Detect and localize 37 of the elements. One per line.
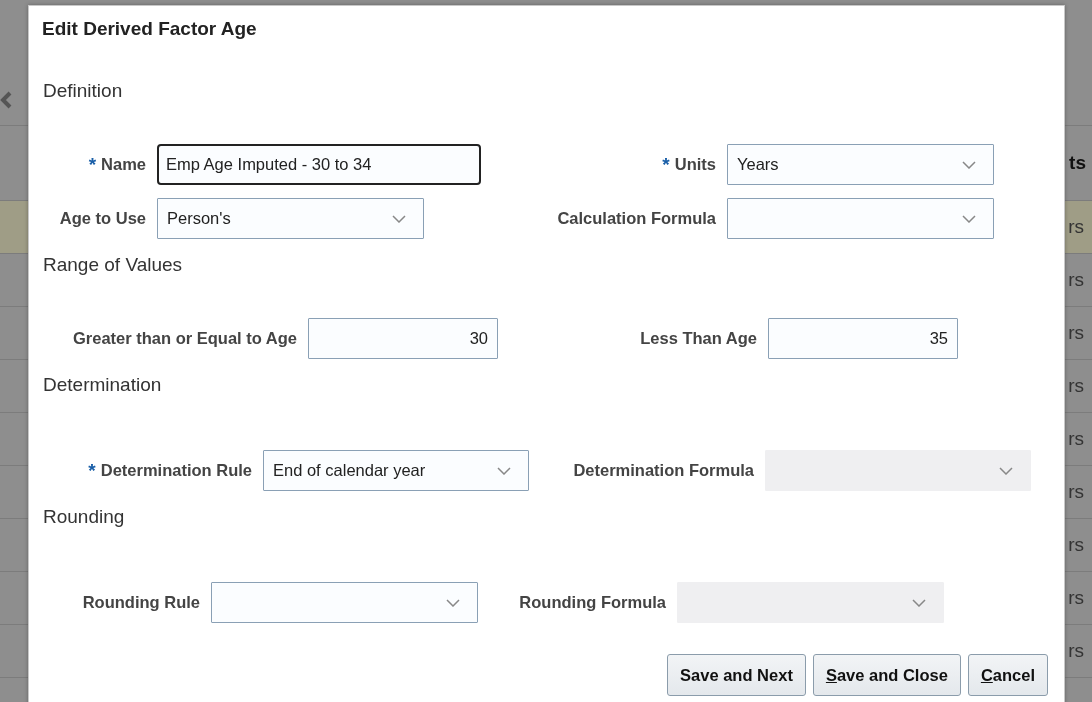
field-label: Calculation Formula: [557, 209, 716, 228]
dialog-title: Edit Derived Factor Age: [41, 17, 258, 40]
field-label: Determination Rule: [100, 461, 252, 480]
section-heading: Range of Values: [42, 253, 184, 277]
dropdown-field[interactable]: [727, 198, 994, 239]
input-field[interactable]: 30: [308, 318, 498, 359]
required-mark: *: [88, 459, 96, 482]
dropdown-field[interactable]: Years: [727, 144, 994, 185]
section-heading: Rounding: [42, 505, 126, 529]
input-field[interactable]: 35: [768, 318, 958, 359]
input-field[interactable]: Emp Age Imputed - 30 to 34: [157, 144, 481, 185]
required-mark: *: [88, 153, 97, 176]
chevron-down-icon: [446, 598, 460, 607]
dropdown-field[interactable]: End of calendar year: [263, 450, 529, 491]
chevron-down-icon: [497, 466, 511, 475]
field-label: Rounding Formula: [519, 593, 666, 612]
chevron-down-icon: [999, 466, 1013, 475]
dialog-button[interactable]: Save and Close: [812, 654, 961, 696]
field-label: Age to Use: [59, 209, 146, 228]
section-heading: Determination: [42, 373, 163, 397]
field-label: Less Than Age: [640, 329, 757, 348]
chevron-down-icon: [962, 214, 976, 223]
dialog-button[interactable]: Save and Next: [667, 654, 806, 696]
required-mark: *: [662, 153, 670, 176]
chevron-down-icon: [962, 160, 976, 169]
chevron-left-icon[interactable]: [0, 91, 12, 109]
field-label: Greater than or Equal to Age: [73, 329, 297, 348]
field-label: Units: [674, 155, 716, 174]
field-label: Rounding Rule: [82, 593, 200, 612]
chevron-down-icon: [912, 598, 926, 607]
dialog-button[interactable]: Cancel: [967, 654, 1048, 696]
chevron-down-icon: [392, 214, 406, 223]
dropdown-field[interactable]: Person's: [157, 198, 424, 239]
section-heading: Definition: [42, 79, 124, 103]
field-label: Name: [101, 155, 146, 174]
field-label: Determination Formula: [573, 461, 754, 480]
dropdown-field[interactable]: [211, 582, 478, 623]
